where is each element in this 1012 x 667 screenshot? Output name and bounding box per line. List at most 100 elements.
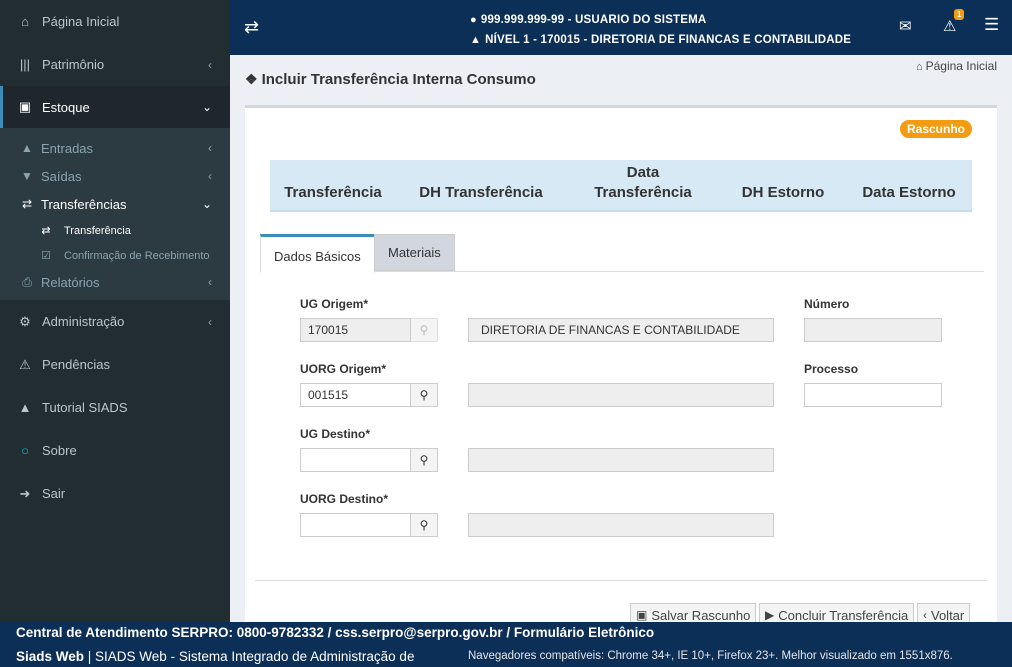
column-header: Transferência [284,184,382,201]
sidebar-item-sair[interactable]: ➜ Sair [0,472,230,515]
uorg-origem-field[interactable]: 001515 [300,383,411,407]
user-name: 999.999.999-99 - USUARIO DO SISTEMA [480,14,707,26]
menu-icon[interactable]: ☰ [984,15,999,35]
ug-origem-label: UG Origem* [300,297,369,311]
tab-materiais[interactable]: Materiais [374,234,455,271]
column-header: Data Estorno [862,184,956,201]
sidebar-item-label: Transferência [64,224,131,237]
search-icon: ⚲ [419,518,429,532]
footer-contact: Central de Atendimento SERPRO: 0800-9782… [16,625,655,640]
column-header: Data Transferência [594,164,692,201]
numero-label: Número [804,297,850,311]
sidebar: ⌂ Página Inicial ||| Patrimônio ‹ ▣ Esto… [0,0,230,622]
search-button: ⚲ [411,318,438,342]
ug-origem-description: DIRETORIA DE FINANCAS E CONTABILIDADE [468,318,774,342]
sidebar-item-sobre[interactable]: ○ Sobre [0,429,230,472]
sidebar-item-label: Entradas [41,140,94,156]
sidebar-item-patrimonio[interactable]: ||| Patrimônio ‹ [0,43,230,86]
warning-icon: ⚠ [19,356,31,372]
sidebar-item-pendencias[interactable]: ⚠ Pendências [0,343,230,386]
gears-icon: ⚙ [19,313,31,329]
sidebar-item-relatorios[interactable]: ⎙ Relatórios ‹ [0,268,230,296]
envelope-icon[interactable]: ✉ [899,17,912,35]
sidebar-item-label: Administração [42,314,125,329]
sidebar-item-transferencias[interactable]: ⇄ Transferências ⌄ [0,190,230,218]
top-navbar: ⇄ ● 999.999.999-99 - USUARIO DO SISTEMA ▲… [230,0,1012,55]
search-button[interactable]: ⚲ [411,383,438,407]
tab-bar: Dados Básicos Materiais [260,232,984,273]
sidebar-item-entradas[interactable]: ▲ Entradas ‹ [0,134,230,162]
footer-brand: Siads Web [16,649,85,664]
footer: Central de Atendimento SERPRO: 0800-9782… [0,622,1012,667]
search-button[interactable]: ⚲ [411,513,438,537]
chevron-left-icon: ‹ [923,608,927,622]
ug-destino-field[interactable] [300,448,411,472]
estoque-submenu: ▲ Entradas ‹ ▼ Saídas ‹ ⇄ Transferências… [0,128,230,300]
warning-icon[interactable]: ⚠ 1 [943,9,965,35]
sidebar-item-label: Saídas [41,168,82,184]
status-badge: Rascunho [899,120,972,138]
ug-destino-label: UG Destino* [300,427,371,441]
upload-icon: ▲ [21,141,33,155]
circle-icon: ○ [21,443,29,458]
footer-browsers: Navegadores compatíveis: Chrome 34+, IE … [468,650,953,662]
numero-field [804,318,942,342]
column-header: DH Transferência [419,184,543,201]
sidebar-item-administracao[interactable]: ⚙ Administração ‹ [0,300,230,343]
transfer-header-table: Transferência DH Transferência Data Tran… [270,160,972,212]
search-icon: ⚲ [419,388,429,402]
tab-dados-basicos[interactable]: Dados Básicos [260,234,375,273]
graduation-cap-icon: ▲ [18,400,32,415]
chevron-left-icon: ‹ [208,57,212,72]
sidebar-item-label: Patrimônio [42,57,105,72]
play-icon: ▶ [765,608,775,622]
sidebar-item-label: Sair [42,486,66,501]
sidebar-item-label: Relatórios [41,274,100,290]
chevron-left-icon: ‹ [208,275,212,289]
user-level: NÍVEL 1 - 170015 - DIRETORIA DE FINANCAS… [485,34,852,46]
column-header: DH Estorno [741,184,825,201]
check-square-icon: ☑ [41,250,51,262]
breadcrumb[interactable]: ⌂ Página Inicial [916,59,997,73]
uorg-destino-field[interactable] [300,513,411,537]
chevron-down-icon: ⌄ [201,197,212,211]
download-icon: ▼ [21,169,33,183]
processo-field[interactable] [804,383,942,407]
search-button[interactable]: ⚲ [411,448,438,472]
sidebar-item-label: Tutorial SIADS [42,400,128,415]
search-icon: ⚲ [419,453,429,467]
sitemap-icon: ▲ [470,34,482,46]
ug-origem-field: 170015 [300,318,411,342]
uorg-origem-label: UORG Origem* [300,362,387,376]
sidebar-item-saidas[interactable]: ▼ Saídas ‹ [0,162,230,190]
form-box: Rascunho Transferência DH Transferência … [245,105,997,627]
chevron-left-icon: ‹ [208,141,212,155]
box-icon: ▣ [18,99,32,114]
sidebar-item-pagina-inicial[interactable]: ⌂ Página Inicial [0,0,230,43]
save-icon: ▣ [636,608,648,622]
sidebar-item-confirmacao-recebimento[interactable]: ☑ Confirmação de Recebimento [0,243,230,268]
sidebar-item-label: Estoque [42,99,90,115]
exchange-icon: ⇄ [41,225,51,237]
sign-in-icon: ➜ [19,485,31,501]
sidebar-item-transferencia[interactable]: ⇄ Transferência [0,218,230,243]
sidebar-item-label: Sobre [42,443,77,458]
divider [255,580,987,581]
sidebar-item-label: Página Inicial [42,14,120,29]
chevron-down-icon: ⌄ [201,100,212,114]
page-title: ❖ Incluir Transferência Interna Consumo [245,71,536,88]
ug-destino-description [468,448,774,472]
uorg-destino-description [468,513,774,537]
footer-system: Siads Web | SIADS Web - Sistema Integrad… [16,649,415,664]
sidebar-item-label: Pendências [42,357,110,372]
chevron-left-icon: ‹ [208,314,212,329]
cubes-icon: ❖ [245,71,258,87]
exchange-icon: ⇄ [21,197,33,211]
chevron-left-icon: ‹ [208,169,212,183]
exchange-toggle-icon[interactable]: ⇄ [244,17,259,38]
sidebar-item-estoque[interactable]: ▣ Estoque ⌄ [0,86,230,128]
user-info: ● 999.999.999-99 - USUARIO DO SISTEMA ▲ NÍ… [470,10,851,50]
sidebar-item-tutorial[interactable]: ▲ Tutorial SIADS [0,386,230,429]
home-icon: ⌂ [21,14,29,29]
processo-label: Processo [804,362,859,376]
